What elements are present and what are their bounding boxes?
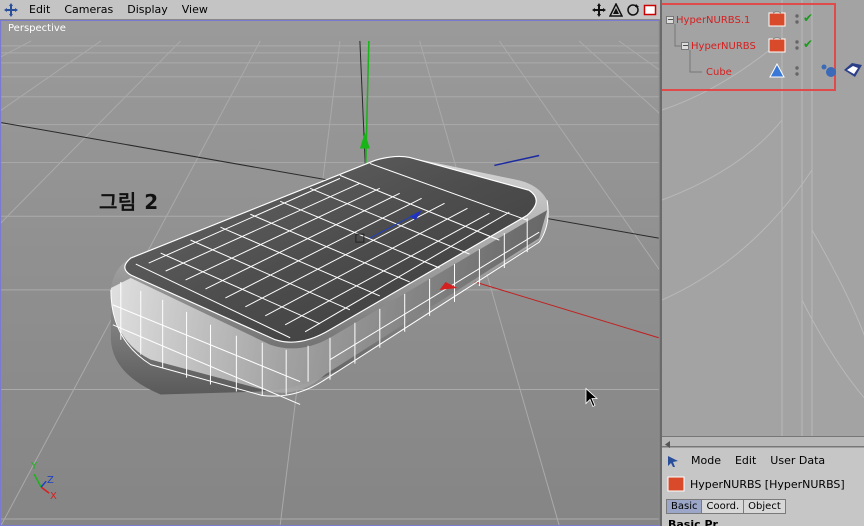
hypernurbs-icon: [667, 476, 685, 492]
attribute-title: HyperNURBS [HyperNURBS]: [666, 475, 845, 493]
rotate-icon[interactable]: [625, 1, 641, 18]
attribute-tabs: Basic Coord. Object: [666, 499, 786, 514]
visibility-dots[interactable]: [795, 13, 799, 25]
attribute-menubar: Mode Edit User Data: [662, 451, 864, 471]
move-icon[interactable]: [0, 0, 22, 20]
visibility-dots[interactable]: [795, 39, 799, 51]
attr-menu-edit[interactable]: Edit: [728, 451, 763, 471]
enabled-check-icon[interactable]: ✔: [803, 11, 813, 25]
attr-menu-user-data[interactable]: User Data: [763, 451, 832, 471]
section-heading: Basic Pr: [668, 518, 718, 526]
perspective-canvas[interactable]: [0, 20, 660, 526]
right-panel: − HyperNURBS.1 − HyperNURBS Cube ✔ ✔ Mod…: [660, 0, 864, 526]
hypernurbs-icon: [768, 10, 786, 27]
viewport-menubar: Edit Cameras Display View: [0, 0, 660, 20]
viewport-label: Perspective: [8, 23, 66, 34]
attribute-title-text: HyperNURBS [HyperNURBS]: [690, 477, 845, 491]
cube-primitive-icon: [768, 62, 786, 79]
visibility-dots[interactable]: [795, 65, 799, 77]
material-tag-icon[interactable]: [820, 61, 838, 82]
viewport-panel: Edit Cameras Display View Perspective 그림…: [0, 0, 660, 526]
menu-display[interactable]: Display: [120, 0, 175, 20]
viewport-tools: [591, 1, 658, 18]
attribute-manager: Mode Edit User Data HyperNURBS [HyperNUR…: [662, 448, 864, 526]
object-manager: − HyperNURBS.1 − HyperNURBS Cube ✔ ✔: [662, 0, 864, 445]
menu-edit[interactable]: Edit: [22, 0, 57, 20]
scroll-left-icon[interactable]: [664, 438, 671, 448]
hypernurbs-icon: [768, 36, 786, 53]
gizmo-label-z: Z: [47, 475, 54, 486]
attr-menu-mode[interactable]: Mode: [684, 451, 728, 471]
gizmo-label-x: X: [50, 491, 57, 502]
maximize-icon[interactable]: [642, 1, 658, 18]
figure-caption: 그림 2: [99, 190, 159, 214]
tab-basic[interactable]: Basic: [666, 499, 703, 514]
horizontal-scrollbar[interactable]: [662, 436, 864, 448]
gizmo-label-y: Y: [31, 461, 38, 472]
pan-icon[interactable]: [591, 1, 607, 18]
menu-cameras[interactable]: Cameras: [57, 0, 120, 20]
menu-view[interactable]: View: [175, 0, 215, 20]
tab-coord[interactable]: Coord.: [701, 499, 745, 514]
compositing-tag-icon[interactable]: [843, 61, 863, 82]
zoom-icon[interactable]: [608, 1, 624, 18]
arrow-icon[interactable]: [662, 451, 684, 471]
tab-object[interactable]: Object: [743, 499, 786, 514]
enabled-check-icon[interactable]: ✔: [803, 37, 813, 51]
